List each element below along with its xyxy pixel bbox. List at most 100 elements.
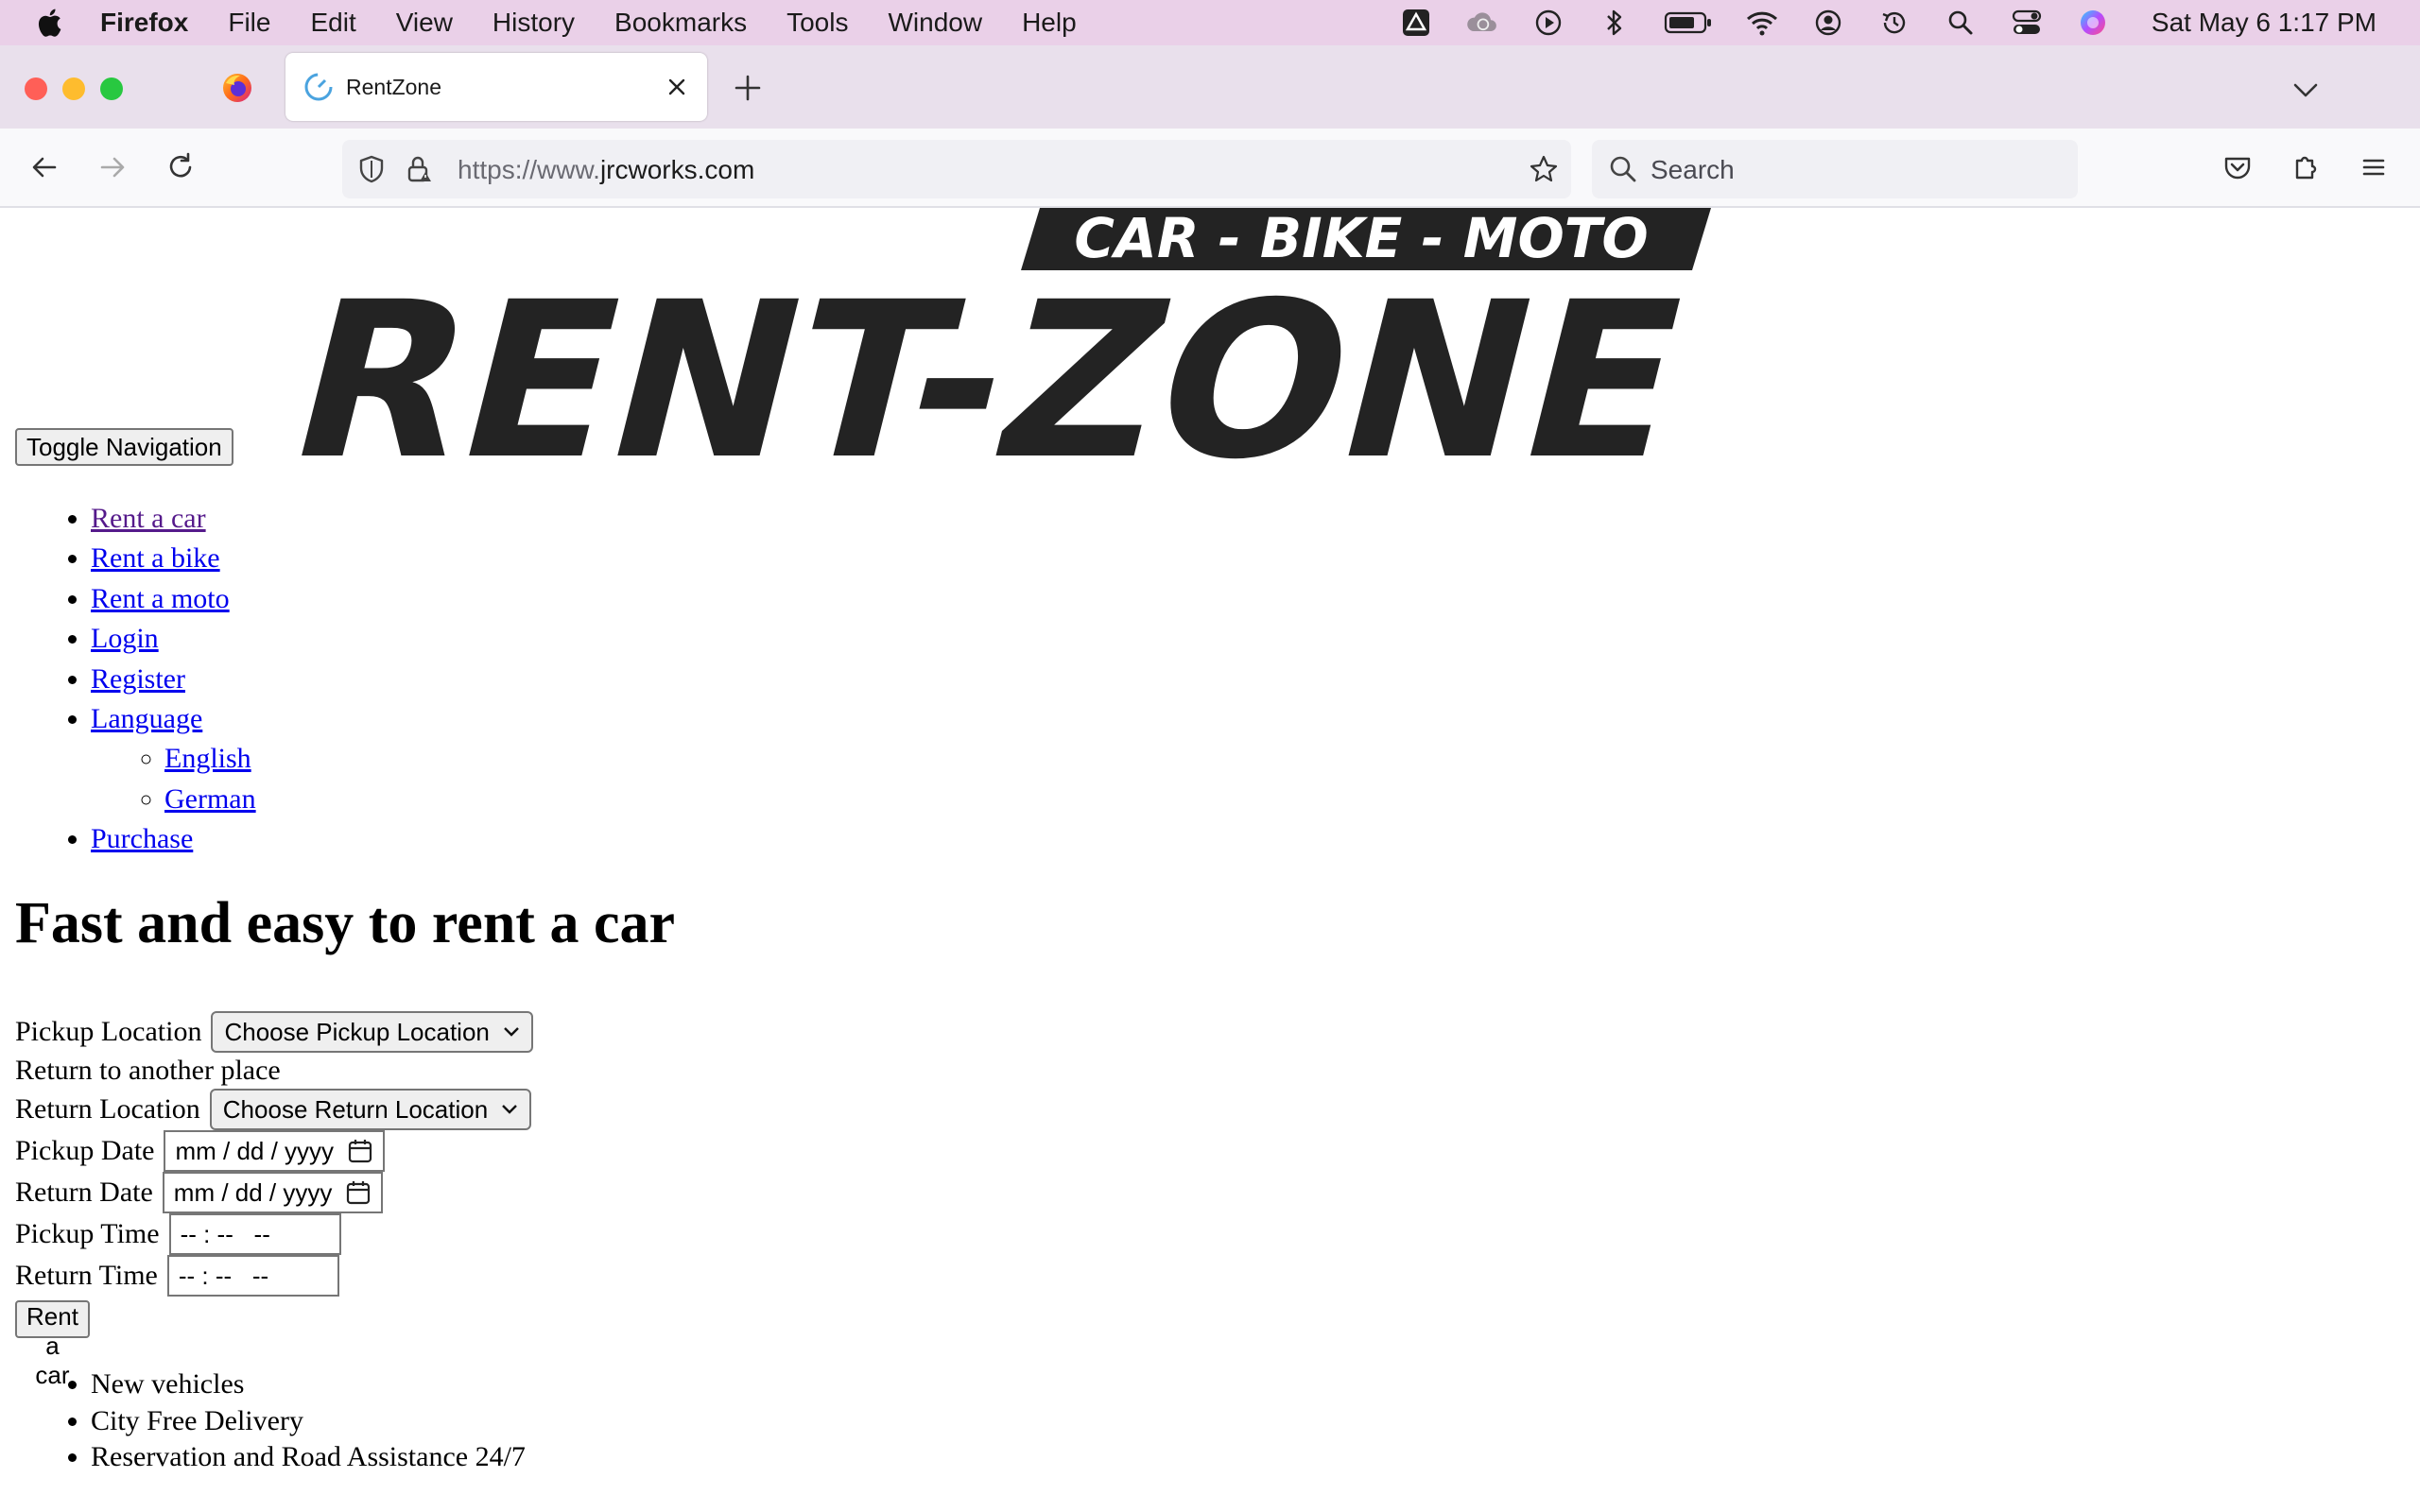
pickup-time-input[interactable]: -- : -- -- [168, 1213, 341, 1255]
web-page: CAR - BIKE - MOTO RENT-ZONE Toggle Navig… [0, 208, 2420, 1512]
reload-button[interactable] [163, 149, 199, 185]
tab-close-icon[interactable] [664, 74, 690, 100]
return-location-row: Return Location Choose Return Location [15, 1089, 532, 1130]
language-submenu: English German [91, 739, 256, 819]
extensions-icon[interactable] [2288, 149, 2324, 185]
pickup-time-value: -- : -- -- [180, 1219, 270, 1248]
tab-rentzone[interactable]: RentZone [285, 53, 707, 121]
pickup-location-select[interactable]: Choose Pickup Location [211, 1011, 533, 1053]
language-german-link[interactable]: German [164, 783, 256, 815]
return-time-label: Return Time [15, 1260, 158, 1291]
logo-wordmark: RENT-ZONE [269, 255, 1709, 463]
pickup-time-label: Pickup Time [15, 1218, 160, 1249]
main-navigation: Rent a car Rent a bike Rent a moto Login… [0, 499, 256, 860]
menu-window[interactable]: Window [888, 8, 982, 38]
pickup-date-value: mm / dd / yyyy [175, 1136, 335, 1165]
return-time-input[interactable]: -- : -- -- [166, 1255, 339, 1297]
list-all-tabs-button[interactable] [2290, 74, 2322, 106]
user-account-icon[interactable] [1811, 6, 1845, 40]
browser-tab-bar: RentZone [0, 45, 2420, 129]
return-other-row: Return to another place [15, 1055, 281, 1087]
url-bar[interactable]: https://www.jrcworks.com [342, 140, 1571, 198]
rentzone-favicon [302, 71, 335, 103]
google-drive-icon[interactable] [1399, 6, 1433, 40]
cloud-icon[interactable] [1465, 6, 1499, 40]
site-security-lock-icon[interactable] [403, 153, 435, 185]
menu-bookmarks[interactable]: Bookmarks [614, 8, 747, 38]
pickup-time-row: Pickup Time -- : -- -- [15, 1213, 341, 1255]
url-scheme: https://www. [458, 155, 600, 184]
toggle-navigation-button[interactable]: Toggle Navigation [15, 428, 233, 466]
return-date-value: mm / dd / yyyy [173, 1177, 333, 1207]
pocket-icon[interactable] [2220, 149, 2256, 185]
feature-item: Reservation and Road Assistance 24/7 [91, 1439, 526, 1476]
pickup-date-label: Pickup Date [15, 1135, 155, 1166]
return-date-input[interactable]: mm / dd / yyyy [162, 1172, 384, 1213]
rent-zone-logo[interactable]: CAR - BIKE - MOTO RENT-ZONE [255, 208, 1720, 463]
firefox-view-icon[interactable] [221, 72, 253, 104]
nav-language-link[interactable]: Language [91, 703, 202, 734]
nav-login-link[interactable]: Login [91, 623, 159, 654]
menu-firefox[interactable]: Firefox [100, 8, 188, 38]
nav-rent-a-bike-link[interactable]: Rent a bike [91, 542, 220, 574]
nav-item: Login [91, 619, 256, 659]
nav-purchase-link[interactable]: Purchase [91, 823, 193, 854]
menu-view[interactable]: View [396, 8, 453, 38]
pickup-location-row: Pickup Location Choose Pickup Location [15, 1011, 533, 1053]
nav-rent-a-car-link[interactable]: Rent a car [91, 503, 206, 534]
minimize-window-button[interactable] [62, 77, 85, 100]
tab-title: RentZone [346, 74, 442, 99]
control-center-icon[interactable] [2010, 6, 2044, 40]
feature-item: New vehicles [91, 1366, 526, 1403]
search-icon [1607, 153, 1639, 185]
menu-history[interactable]: History [493, 8, 575, 38]
pickup-date-input[interactable]: mm / dd / yyyy [164, 1130, 386, 1172]
return-time-value: -- : -- -- [178, 1261, 269, 1290]
language-item: English [164, 739, 256, 779]
search-placeholder: Search [1651, 155, 1735, 184]
siri-icon[interactable] [2076, 6, 2110, 40]
nav-register-link[interactable]: Register [91, 663, 185, 695]
url-text[interactable]: https://www.jrcworks.com [458, 155, 754, 185]
chevron-down-icon [504, 1027, 519, 1037]
menu-bar-clock[interactable]: Sat May 6 1:17 PM [2152, 8, 2377, 38]
search-bar[interactable]: Search [1592, 140, 2078, 198]
features-list: New vehicles City Free Delivery Reservat… [0, 1366, 526, 1476]
rent-a-car-submit-button[interactable]: Rent a car [15, 1300, 90, 1389]
tracking-protection-shield-icon[interactable] [355, 153, 388, 185]
return-date-label: Return Date [15, 1177, 153, 1208]
pickup-location-value: Choose Pickup Location [224, 1017, 490, 1046]
bluetooth-icon[interactable] [1598, 6, 1632, 40]
close-window-button[interactable] [25, 77, 47, 100]
nav-item: Rent a bike [91, 539, 256, 578]
feature-item: City Free Delivery [91, 1403, 526, 1440]
hamburger-menu-icon[interactable] [2356, 149, 2392, 185]
wifi-icon[interactable] [1745, 6, 1779, 40]
return-location-select[interactable]: Choose Return Location [209, 1089, 532, 1130]
time-machine-icon[interactable] [1877, 6, 1911, 40]
battery-icon[interactable] [1664, 6, 1713, 40]
back-button[interactable] [26, 149, 62, 185]
forward-button[interactable] [95, 149, 130, 185]
calendar-icon[interactable] [347, 1138, 373, 1164]
language-english-link[interactable]: English [164, 743, 251, 774]
return-location-label: Return Location [15, 1093, 200, 1125]
chevron-down-icon [502, 1105, 518, 1114]
play-circle-icon[interactable] [1531, 6, 1565, 40]
page-heading: Fast and easy to rent a car [15, 891, 675, 955]
menu-file[interactable]: File [228, 8, 270, 38]
bookmark-star-icon[interactable] [1528, 153, 1560, 185]
zoom-window-button[interactable] [100, 77, 123, 100]
apple-icon[interactable] [34, 6, 68, 40]
browser-navigation-bar: https://www.jrcworks.com Search [0, 129, 2420, 208]
calendar-icon[interactable] [345, 1179, 372, 1206]
pickup-location-label: Pickup Location [15, 1016, 202, 1047]
new-tab-button[interactable] [732, 72, 764, 104]
menu-edit[interactable]: Edit [310, 8, 355, 38]
menu-tools[interactable]: Tools [786, 8, 848, 38]
spotlight-search-icon[interactable] [1944, 6, 1978, 40]
nav-rent-a-moto-link[interactable]: Rent a moto [91, 583, 230, 614]
nav-item: Rent a car [91, 499, 256, 539]
nav-item: Rent a moto [91, 579, 256, 619]
menu-help[interactable]: Help [1022, 8, 1077, 38]
